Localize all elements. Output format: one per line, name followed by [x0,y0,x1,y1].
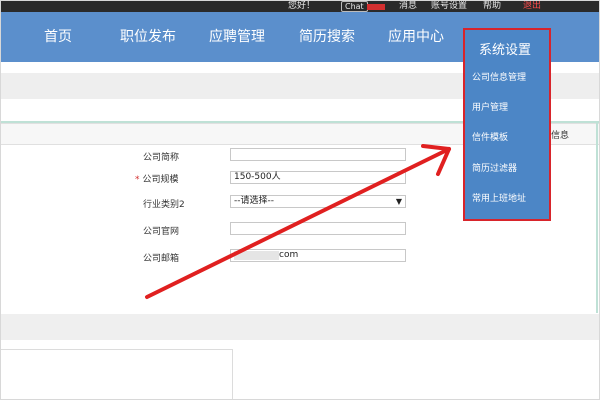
email-label: 公司邮箱 [143,254,180,264]
account-settings-link[interactable]: 账号设置 [431,1,467,11]
top-bar: 您好！ Chat 消息 账号设置 帮助 退出 [1,1,599,12]
chat-badge [367,4,385,10]
menu-resume-filter[interactable]: 简历过滤器 [472,161,517,174]
nav-home[interactable]: 首页 [44,26,72,46]
short-name-input[interactable] [230,148,406,161]
greeting-text: 您好！ [288,1,316,11]
company-size-input[interactable]: 150-500人 [230,171,406,184]
menu-company-info[interactable]: 公司信息管理 [472,70,526,83]
required-mark: * [135,175,140,185]
messages-link[interactable]: 消息 [399,1,417,11]
nav-app-center[interactable]: 应用中心 [388,26,444,46]
size-label-text: 公司规模 [142,175,179,185]
size-label: * 公司规模 [135,172,179,185]
menu-user-management[interactable]: 用户管理 [472,100,508,113]
short-name-label: 公司简称 [143,153,180,163]
system-settings-dropdown: 系统设置 公司信息管理 用户管理 信件模板 简历过滤器 常用上班地址 [463,28,551,221]
nav-resume-search[interactable]: 简历搜索 [299,26,355,46]
panel-header-text: 信息 [550,131,569,141]
chat-button[interactable]: Chat [341,1,368,12]
logout-link[interactable]: 退出 [523,1,541,11]
bottom-panel [1,349,233,399]
dropdown-arrow-icon: ▼ [395,197,402,206]
nav-applications[interactable]: 应聘管理 [209,26,265,46]
menu-work-address[interactable]: 常用上班地址 [472,191,526,204]
website-label: 公司官网 [143,227,180,237]
help-link[interactable]: 帮助 [483,1,501,11]
website-input[interactable] [230,222,406,235]
industry-select-value: --请选择-- [234,196,274,206]
industry-select[interactable]: --请选择-- ▼ [230,195,406,208]
panel-right-border [596,123,598,313]
email-input[interactable]: com [230,249,406,262]
blurred-text [234,251,279,260]
nav-system-settings[interactable]: 系统设置 [479,39,531,58]
menu-letter-template[interactable]: 信件模板 [472,130,508,143]
footer-band [1,314,599,340]
industry-label: 行业类别2 [143,200,185,210]
page-frame: 您好！ Chat 消息 账号设置 帮助 退出 首页 职位发布 应聘管理 简历搜索… [0,0,600,400]
nav-job-post[interactable]: 职位发布 [120,26,176,46]
email-suffix: com [279,250,299,260]
